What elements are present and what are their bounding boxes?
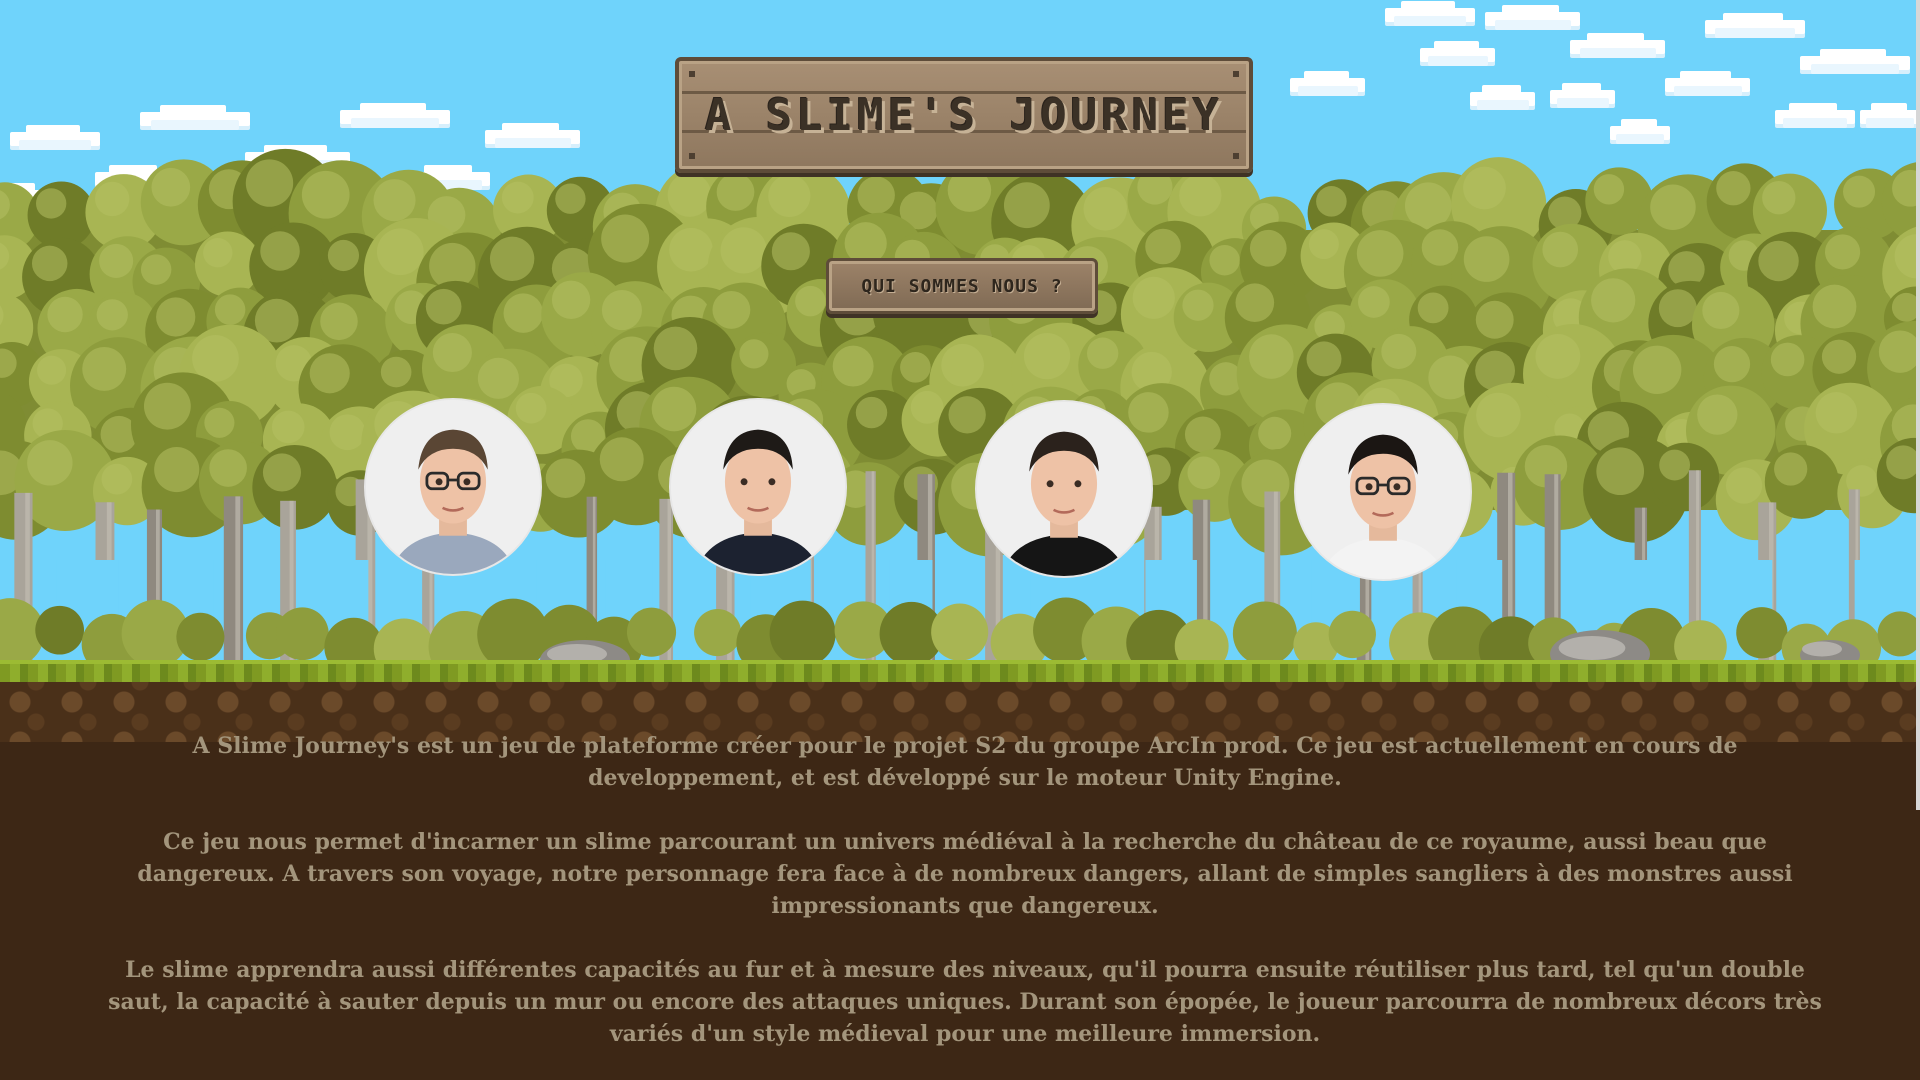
description-paragraph: Ce jeu nous permet d'incarner un slime p… <box>137 829 1793 919</box>
portrait-graphic <box>977 402 1151 576</box>
description-paragraph: A Slime Journey's est un jeu de platefor… <box>192 733 1738 791</box>
game-description: A Slime Journey's est un jeu de platefor… <box>95 730 1835 1080</box>
nail-icon <box>1233 71 1239 77</box>
nail-icon <box>1233 153 1239 159</box>
about-us-label: QUI SOMMES NOUS ? <box>861 275 1063 297</box>
tree-canopy <box>0 148 1920 557</box>
scrollbar[interactable] <box>1916 0 1920 810</box>
portrait-graphic <box>366 400 540 574</box>
avatar <box>671 400 845 574</box>
nail-icon <box>689 153 695 159</box>
avatar <box>977 402 1151 576</box>
description-paragraph: Le slime apprendra aussi différentes cap… <box>108 957 1822 1047</box>
about-us-button[interactable]: QUI SOMMES NOUS ? <box>826 258 1098 314</box>
page-title: A SLIME'S JOURNEY <box>704 89 1224 141</box>
title-sign: A SLIME'S JOURNEY <box>675 57 1253 173</box>
avatar <box>1296 405 1470 579</box>
portrait-graphic <box>1296 405 1470 579</box>
nail-icon <box>689 71 695 77</box>
game-landing-page: A SLIME'S JOURNEY QUI SOMMES NOUS ? A Sl… <box>0 0 1920 1080</box>
portrait-graphic <box>671 400 845 574</box>
avatar <box>366 400 540 574</box>
